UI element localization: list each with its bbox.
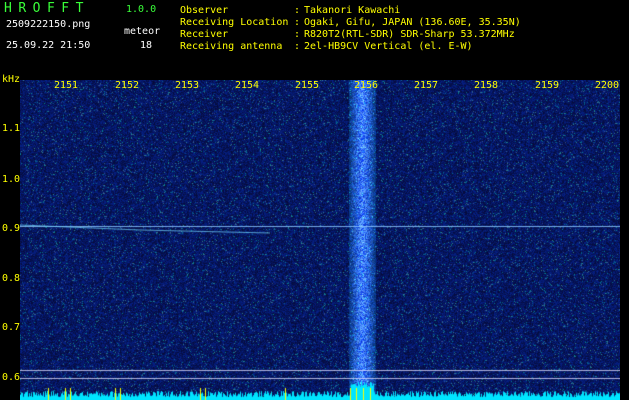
info-separator: : [294,5,301,16]
meteor-count: 18 [140,40,153,51]
freq-label-2157: 2157 [414,80,439,91]
freq-label-2154: 2154 [235,80,260,91]
info-separator: : [294,41,301,52]
freq-label-2151: 2151 [54,80,79,91]
khz-tick-0.7: 0.7 [2,322,21,333]
khz-tick-0.9: 0.9 [2,223,21,234]
info-key-location: Receiving Location [180,17,289,28]
freq-label-2158: 2158 [474,80,499,91]
freq-label-2155: 2155 [295,80,320,91]
khz-tick-0.6: 0.6 [2,372,21,383]
freq-label-2159: 2159 [535,80,560,91]
info-value-receiver: R820T2(RTL-SDR) SDR-Sharp 53.372MHz [304,29,515,40]
info-key-observer: Observer [180,5,229,16]
khz-tick-1.1: 1.1 [2,123,21,134]
khz-unit-label: kHz [2,74,21,85]
freq-label-2156: 2156 [354,80,379,91]
spectrogram [20,80,620,400]
freq-label-2153: 2153 [175,80,200,91]
info-value-antenna: 2el-HB9CV Vertical (el. E-W) [304,41,473,52]
info-separator: : [294,17,301,28]
meteor-label: meteor [124,26,161,37]
khz-tick-0.8: 0.8 [2,273,21,284]
spectrogram-canvas [20,80,620,400]
info-key-antenna: Receiving antenna [180,41,283,52]
app-version: 1.0.0 [126,4,157,15]
info-key-receiver: Receiver [180,29,229,40]
date-time: 25.09.22 21:50 [6,40,91,51]
file-name: 2509222150.png [6,19,91,30]
app-title: HROFFT [4,1,90,16]
freq-label-2152: 2152 [115,80,140,91]
info-value-location: Ogaki, Gifu, JAPAN (136.60E, 35.35N) [304,17,521,28]
freq-label-2200: 2200 [595,80,620,91]
info-separator: : [294,29,301,40]
info-value-observer: Takanori Kawachi [304,5,401,16]
khz-tick-1.0: 1.0 [2,174,21,185]
